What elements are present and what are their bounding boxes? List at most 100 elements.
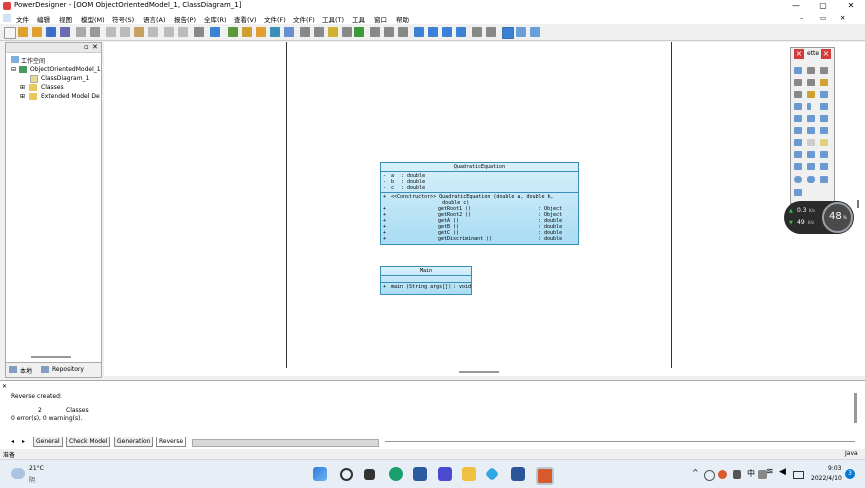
properties-tool-icon[interactable]: [820, 79, 828, 86]
tab-scroll-left-icon[interactable]: ◂: [11, 438, 14, 445]
menu-language[interactable]: 语言(A): [143, 14, 166, 24]
ime-indicator[interactable]: 中: [747, 468, 755, 479]
title-tool-icon[interactable]: [807, 151, 815, 158]
open-diagram-tool-icon[interactable]: [807, 79, 815, 86]
tab-general[interactable]: General: [33, 437, 63, 447]
minimize-button[interactable]: —: [785, 0, 807, 12]
output-scrollbar[interactable]: [854, 393, 857, 423]
open-icon[interactable]: [18, 27, 28, 37]
canvas-scrollbar[interactable]: [459, 371, 499, 373]
tray-app-icon[interactable]: [718, 470, 727, 479]
palette-close-button-2[interactable]: ×: [821, 49, 831, 59]
output-hscroll-track[interactable]: [192, 439, 379, 447]
task-view-icon[interactable]: [364, 469, 375, 480]
word-icon[interactable]: [511, 467, 525, 481]
menu-tools-t[interactable]: 工具(T): [322, 14, 344, 24]
delete-icon[interactable]: [148, 27, 158, 37]
open-project-icon[interactable]: [32, 27, 42, 37]
menu-edit[interactable]: 编辑: [37, 14, 50, 24]
rounded-rect-tool-icon[interactable]: [807, 176, 815, 183]
battery-icon[interactable]: [793, 471, 804, 479]
menu-report[interactable]: 报告(P): [174, 14, 196, 24]
paste-icon[interactable]: [134, 27, 144, 37]
powerdesigner-taskbar-icon[interactable]: [536, 467, 554, 485]
tab-repository[interactable]: Repository: [52, 366, 84, 373]
find-icon[interactable]: [194, 27, 204, 37]
menu-file-f[interactable]: 文件(F): [264, 14, 286, 24]
store-icon[interactable]: [413, 467, 427, 481]
tab-generation[interactable]: Generation: [114, 437, 154, 447]
sub-restore-button[interactable]: ▭: [820, 14, 826, 22]
menu-file[interactable]: 文件: [16, 14, 29, 24]
menu-view-v[interactable]: 查看(V): [234, 14, 257, 24]
tree-model[interactable]: ObjectOrientedModel_1: [30, 66, 101, 73]
arc-tool-icon[interactable]: [807, 163, 815, 170]
generalization-tool-icon[interactable]: [794, 115, 802, 122]
file-tool-icon[interactable]: [807, 139, 815, 146]
result-list-icon[interactable]: [530, 27, 540, 37]
output-toggle-icon[interactable]: [516, 27, 526, 37]
sub-minimize-button[interactable]: –: [800, 14, 803, 22]
close-button[interactable]: ✕: [840, 0, 862, 12]
browser-close-icon[interactable]: ✕: [92, 43, 98, 51]
zoom-out-icon[interactable]: [428, 27, 438, 37]
zoom-tool-icon[interactable]: [820, 67, 828, 74]
part-tool-icon[interactable]: [820, 103, 828, 110]
menu-file-f2[interactable]: 文件(F): [293, 14, 315, 24]
align-right-icon[interactable]: [398, 27, 408, 37]
zoom-in-icon[interactable]: [414, 27, 424, 37]
vertical-scrollbar[interactable]: [857, 200, 859, 208]
volume-icon[interactable]: ◀: [779, 467, 786, 477]
file-explorer-icon[interactable]: [462, 467, 476, 481]
show-hidden-icons-icon[interactable]: ^: [692, 468, 699, 477]
dependency-tool-icon[interactable]: [820, 115, 828, 122]
zoom-out-tool-icon[interactable]: [794, 79, 802, 86]
menu-help[interactable]: 帮助: [396, 14, 409, 24]
notification-badge[interactable]: 3: [845, 469, 855, 479]
pointer-tool-icon[interactable]: [794, 67, 802, 74]
class-tool-icon[interactable]: [820, 91, 828, 98]
tree-extended-model[interactable]: Extended Model De: [41, 93, 100, 100]
tray-app2-icon[interactable]: [733, 470, 741, 479]
compare-icon[interactable]: [284, 27, 294, 37]
browser-toggle-icon[interactable]: [502, 27, 514, 39]
layout-icon[interactable]: [314, 27, 324, 37]
inner-link-tool-icon[interactable]: [794, 139, 802, 146]
start-icon[interactable]: [313, 467, 327, 481]
scrollbar[interactable]: [31, 356, 71, 358]
new-icon[interactable]: [4, 27, 16, 39]
polygon-tool-icon[interactable]: [794, 189, 802, 196]
tab-reverse[interactable]: Reverse: [156, 437, 187, 447]
pin-icon[interactable]: ▫: [84, 43, 89, 51]
refresh-icon[interactable]: [472, 27, 482, 37]
zoom-fit-icon[interactable]: [442, 27, 452, 37]
wifi-icon[interactable]: ≋: [766, 467, 774, 477]
weather-cloud-icon[interactable]: [11, 468, 25, 479]
print-preview-icon[interactable]: [76, 27, 86, 37]
copy-icon[interactable]: [120, 27, 130, 37]
note-tool-icon[interactable]: [820, 139, 828, 146]
zoom-page-icon[interactable]: [456, 27, 466, 37]
align-left-icon[interactable]: [370, 27, 380, 37]
clock-date[interactable]: 2022/4/10: [811, 475, 842, 482]
tree-workspace[interactable]: 工作空间: [21, 56, 45, 65]
menu-model[interactable]: 模型(M): [81, 14, 105, 24]
check-model-icon[interactable]: [228, 27, 238, 37]
properties-icon[interactable]: [210, 27, 220, 37]
menu-window[interactable]: 窗口: [374, 14, 387, 24]
save-icon[interactable]: [46, 27, 56, 37]
sub-close-button[interactable]: ✕: [840, 14, 845, 22]
text-tool-icon[interactable]: [820, 151, 828, 158]
overview-icon[interactable]: [486, 27, 496, 37]
cut-tool-icon[interactable]: [794, 91, 802, 98]
class-main[interactable]: Main + main (String args[]): void: [380, 266, 472, 295]
menu-repository[interactable]: 全库(R): [204, 14, 227, 24]
grabber-tool-icon[interactable]: [807, 67, 815, 74]
print-icon[interactable]: [90, 27, 100, 37]
ellipse-tool-icon[interactable]: [794, 176, 802, 183]
tab-check-model[interactable]: Check Model: [66, 437, 111, 447]
edge-icon[interactable]: [389, 467, 403, 481]
composition-tool-icon[interactable]: [820, 127, 828, 134]
package-tool-icon[interactable]: [807, 91, 815, 98]
generate-icon[interactable]: [242, 27, 252, 37]
